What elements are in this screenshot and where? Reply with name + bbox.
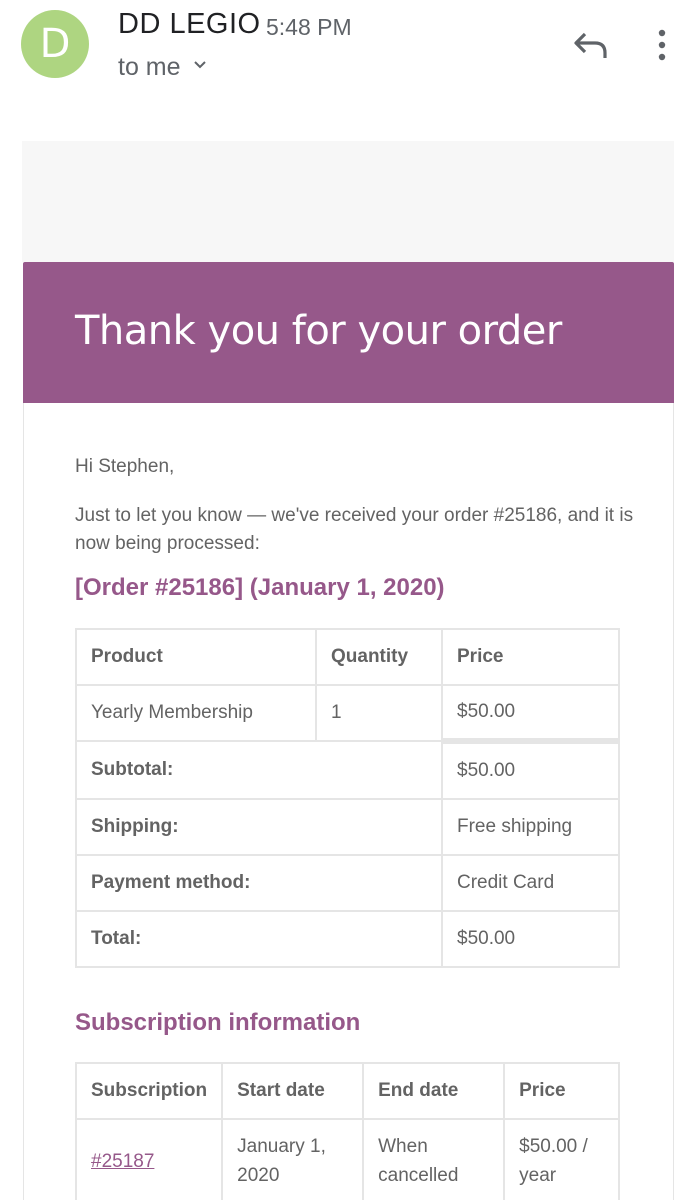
item-quantity: 1 <box>315 684 443 742</box>
header-product: Product <box>75 628 317 686</box>
subtotal-value: $50.00 <box>441 738 620 800</box>
sub-price-line: year <box>519 1165 557 1186</box>
order-table: Product Quantity Price Yearly Membership… <box>75 628 620 968</box>
item-price: $50.00 <box>441 684 620 742</box>
reply-icon[interactable] <box>571 26 609 64</box>
header-sub-price: Price <box>503 1062 620 1120</box>
header-price: Price <box>441 628 620 686</box>
subscription-heading: Subscription information <box>75 1009 361 1036</box>
end-date-line: When <box>378 1136 428 1157</box>
subscription-id-cell: #25187 <box>74 1118 224 1200</box>
start-date-line: 2020 <box>237 1165 280 1186</box>
total-value: $50.00 <box>441 910 620 968</box>
table-header-row: Product Quantity Price <box>75 628 620 686</box>
banner-title: Thank you for your order <box>75 308 562 354</box>
email-time: 5:48 PM <box>266 14 352 40</box>
chevron-down-icon <box>193 60 206 68</box>
sender-avatar[interactable]: D <box>21 10 89 78</box>
header-start-date: Start date <box>221 1062 365 1120</box>
start-date-line: January 1, <box>237 1136 326 1157</box>
subscription-table: Subscription Start date End date Price #… <box>74 1062 620 1200</box>
table-row: Shipping: Free shipping <box>75 798 620 856</box>
order-heading: [Order #25186] (January 1, 2020) <box>75 574 445 601</box>
table-row: Subtotal: $50.00 <box>75 738 620 800</box>
total-label: Total: <box>75 910 443 968</box>
start-date-cell: January 1, 2020 <box>221 1118 365 1200</box>
greeting-text: Hi Stephen, <box>75 456 175 477</box>
table-row: #25187 January 1, 2020 When cancelled $5… <box>74 1118 620 1200</box>
table-row: Yearly Membership 1 $50.00 <box>75 684 620 742</box>
email-background <box>22 141 674 262</box>
more-vert-icon[interactable] <box>652 28 672 62</box>
sub-price-cell: $50.00 / year <box>503 1118 620 1200</box>
shipping-value: Free shipping <box>441 798 620 856</box>
order-banner: Thank you for your order <box>23 262 674 403</box>
recipient-label: to me <box>118 53 181 81</box>
payment-label: Payment method: <box>75 854 443 912</box>
subtotal-label: Subtotal: <box>75 740 443 800</box>
table-header-row: Subscription Start date End date Price <box>74 1062 620 1120</box>
table-row: Payment method: Credit Card <box>75 854 620 912</box>
end-date-line: cancelled <box>378 1165 459 1186</box>
header-quantity: Quantity <box>315 628 443 686</box>
payment-value: Credit Card <box>441 854 620 912</box>
item-product: Yearly Membership <box>75 684 317 742</box>
sender-name: DD LEGIO <box>118 8 261 40</box>
subscription-link[interactable]: #25187 <box>91 1151 154 1172</box>
sub-price-line: $50.00 / <box>519 1136 588 1157</box>
end-date-cell: When cancelled <box>362 1118 506 1200</box>
header-end-date: End date <box>362 1062 506 1120</box>
intro-text: Just to let you know — we've received yo… <box>75 505 634 554</box>
recipient-toggle[interactable]: to me <box>118 53 207 82</box>
header-subscription: Subscription <box>74 1062 224 1120</box>
table-row: Total: $50.00 <box>75 910 620 968</box>
shipping-label: Shipping: <box>75 798 443 856</box>
